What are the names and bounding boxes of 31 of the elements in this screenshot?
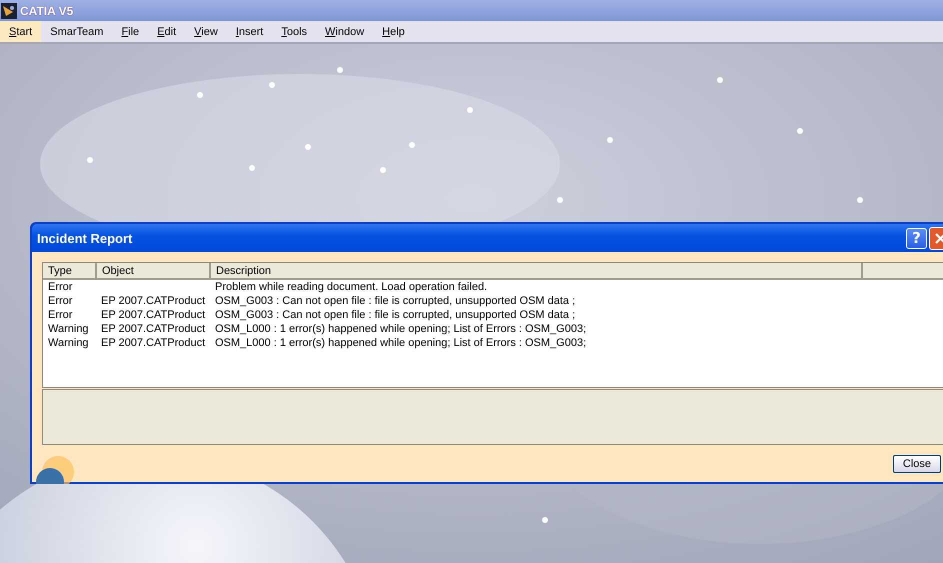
table-cell-text: OSM_L000 : 1 error(s) happened while opening; List of Errors : OSM_G003; [214,336,588,350]
menu-item[interactable]: Help [373,21,414,42]
table-cell-text: EP 2007.CATProduct [100,294,206,308]
menu-item[interactable]: Start [0,21,42,42]
table-cell: Error [43,279,96,294]
help-button[interactable]: ? [906,228,927,248]
menu-item[interactable]: Tools [272,21,316,42]
table-cell-text: Error [47,294,74,308]
table-cell-text: EP 2007.CATProduct [100,308,206,322]
menu-item[interactable]: Insert [226,21,272,42]
menu-item[interactable]: File [112,21,148,42]
dialog-title: Incident Report [37,230,134,246]
column-header[interactable]: Object [96,263,210,279]
menu-item[interactable]: SmarTeam [41,21,112,42]
app-icon [1,2,17,18]
table-cell-text: EP 2007.CATProduct [100,322,206,336]
table-cell-text: Warning [47,336,90,350]
table-cell-text: OSM_L000 : 1 error(s) happened while opening; List of Errors : OSM_G003; [214,322,588,336]
column-header[interactable]: Type [43,263,96,279]
column-header[interactable]: Description [210,263,862,279]
close-button[interactable]: Close [892,454,941,472]
menu-item[interactable]: View [185,21,227,42]
table-cell-text: EP 2007.CATProduct [100,336,206,350]
table-cell-text: OSM_G003 : Can not open file : file is corrupted, unsupported OSM data ; [214,294,576,308]
table-cell-text: Warning [47,322,90,336]
menu-item[interactable]: Window [316,21,374,42]
table-cell-text: Error [47,308,74,322]
table-cell: Problem while reading document. Load operation failed. [210,279,862,294]
menu-item[interactable]: Edit [148,21,186,42]
table-cell-text: OSM_G003 : Can not open file : file is corrupted, unsupported OSM data ; [214,308,576,322]
window-title: CATIA V5 [20,4,74,18]
